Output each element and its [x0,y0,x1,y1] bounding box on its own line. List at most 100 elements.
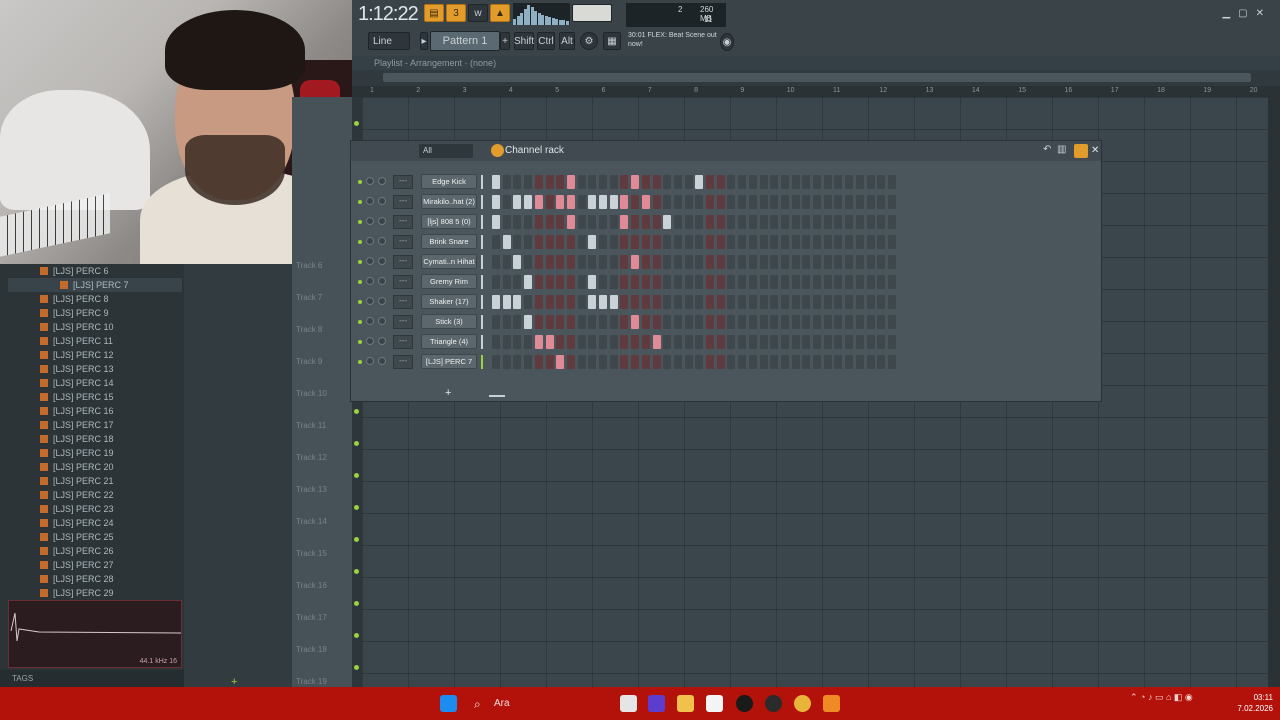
step-button[interactable] [706,335,714,349]
pattern-mode-button[interactable]: ▤ [424,4,444,22]
step-button[interactable] [684,235,693,249]
step-button[interactable] [887,255,896,269]
step-button[interactable] [534,255,543,269]
step-button[interactable] [791,235,800,249]
step-button[interactable] [513,175,522,189]
step-button[interactable] [641,275,650,289]
step-button[interactable] [534,275,543,289]
system-clock[interactable]: 03:11 7.02.2026 [1225,692,1273,714]
step-button[interactable] [492,195,500,209]
step-button[interactable] [738,275,747,289]
news-ticker[interactable]: 30:01 FLEX: Beat Scene out now! [628,31,723,51]
browser-item[interactable]: [LJS] PERC 20 [40,460,114,474]
step-button[interactable] [727,275,736,289]
step-button[interactable] [834,195,843,209]
step-button[interactable] [492,335,500,349]
browser-item[interactable]: [LJS] PERC 8 [40,292,109,306]
channel-name-button[interactable]: Mirakilo..hat (2) [421,194,477,209]
rack-scrollbar[interactable] [489,395,505,397]
step-button[interactable] [566,215,575,229]
step-button[interactable] [502,235,511,249]
arrangement-name[interactable]: (none) [470,58,496,68]
step-button[interactable] [855,295,864,309]
step-button[interactable] [780,235,789,249]
pattern-select[interactable]: Pattern 1 [430,31,500,51]
channel-name-button[interactable]: Cymati..n Hihat [421,254,477,269]
channel-select-indicator[interactable] [481,195,483,209]
step-button[interactable] [566,315,575,329]
step-button[interactable] [652,315,661,329]
track-label[interactable]: Track 13 [296,485,327,494]
step-button[interactable] [706,215,714,229]
step-button[interactable] [577,195,586,209]
step-button[interactable] [524,235,533,249]
step-button[interactable] [652,275,661,289]
channel-select-indicator[interactable] [481,275,483,289]
step-button[interactable] [813,175,821,189]
step-button[interactable] [534,235,543,249]
browser-item[interactable]: [LJS] PERC 29 [40,586,114,600]
step-button[interactable] [534,175,543,189]
browser-item[interactable]: [LJS] PERC 17 [40,418,114,432]
step-button[interactable] [577,275,586,289]
step-button[interactable] [727,255,736,269]
step-button[interactable] [492,175,500,189]
step-button[interactable] [823,355,832,369]
step-button[interactable] [770,275,779,289]
step-button[interactable] [524,175,533,189]
vertical-scrollbar[interactable] [1268,86,1280,687]
step-button[interactable] [609,355,618,369]
step-button[interactable] [695,175,704,189]
browser-item[interactable]: [LJS] PERC 27 [40,558,114,572]
step-button[interactable] [716,175,725,189]
step-button[interactable] [641,235,650,249]
step-button[interactable] [695,315,704,329]
snap-select[interactable]: Line [368,32,410,50]
step-button[interactable] [534,215,543,229]
step-button[interactable] [791,295,800,309]
step-button[interactable] [802,255,811,269]
step-button[interactable] [684,255,693,269]
track-mute-led[interactable] [354,441,359,446]
browser-item[interactable]: [LJS] PERC 10 [40,320,114,334]
channel-select-indicator[interactable] [481,255,483,269]
step-button[interactable] [524,275,533,289]
channel-select-indicator[interactable] [481,235,483,249]
mixer-track-select[interactable]: --- [393,195,413,209]
step-button[interactable] [641,215,650,229]
step-button[interactable] [684,215,693,229]
step-button[interactable] [652,235,661,249]
step-button[interactable] [524,315,533,329]
step-button[interactable] [770,355,779,369]
step-button[interactable] [545,355,554,369]
mixer-track-select[interactable]: --- [393,355,413,369]
pan-knob[interactable] [366,197,374,205]
volume-knob[interactable] [378,317,386,325]
step-button[interactable] [631,195,640,209]
step-button[interactable] [502,175,511,189]
step-button[interactable] [577,315,586,329]
step-button[interactable] [599,255,607,269]
step-button[interactable] [759,175,768,189]
step-button[interactable] [727,235,736,249]
step-button[interactable] [706,355,714,369]
step-button[interactable] [887,315,896,329]
step-button[interactable] [855,255,864,269]
step-button[interactable] [780,215,789,229]
step-button[interactable] [706,175,714,189]
step-button[interactable] [620,295,629,309]
pan-knob[interactable] [366,337,374,345]
step-button[interactable] [663,235,672,249]
step-button[interactable] [663,295,672,309]
step-button[interactable] [631,255,640,269]
track-label[interactable]: Track 6 [296,261,322,270]
track-mute-led[interactable] [354,633,359,638]
step-button[interactable] [599,355,607,369]
step-button[interactable] [673,175,682,189]
step-button[interactable] [791,315,800,329]
step-button[interactable] [673,275,682,289]
step-button[interactable] [545,175,554,189]
step-button[interactable] [620,255,629,269]
step-button[interactable] [845,175,854,189]
step-button[interactable] [727,175,736,189]
